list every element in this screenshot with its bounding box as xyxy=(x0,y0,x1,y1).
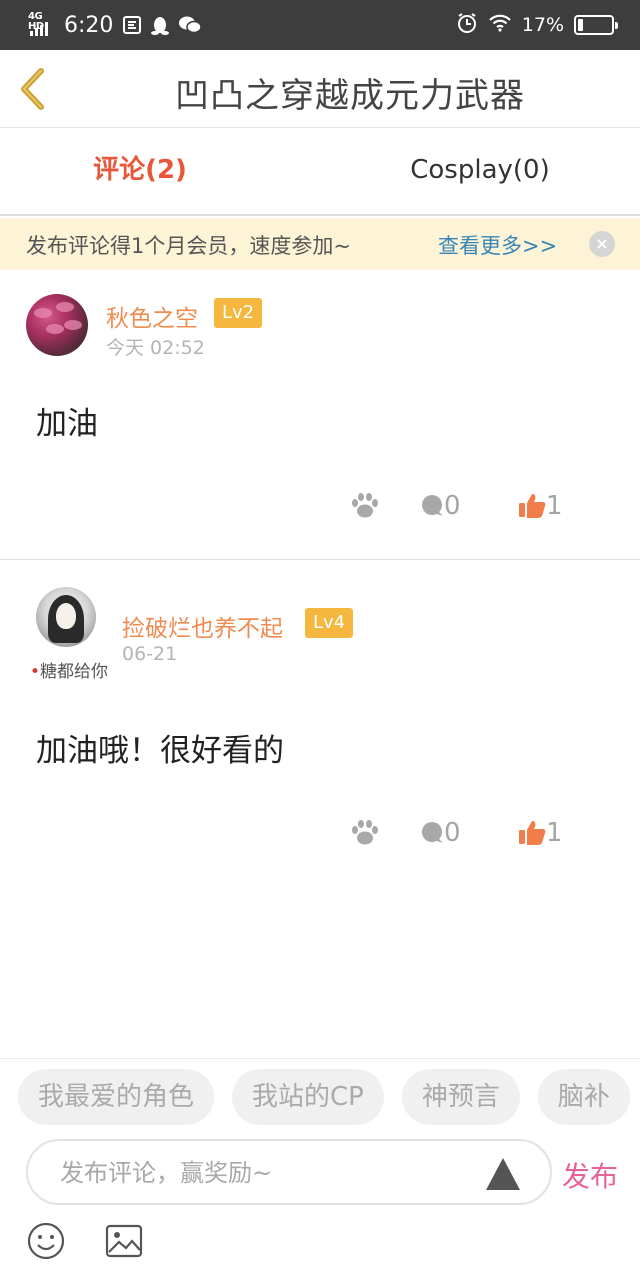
tab-cosplay[interactable]: Cosplay(0) xyxy=(320,128,640,214)
level-badge: Lv2 xyxy=(214,298,263,328)
quick-tag-chip[interactable]: 神预言 xyxy=(401,1069,520,1125)
tab-comments-label: 评论(2) xyxy=(93,155,187,185)
wifi-icon xyxy=(488,13,512,37)
alarm-icon xyxy=(456,12,478,38)
reply-button[interactable]: 0 xyxy=(420,813,461,853)
comment-composer: 我最爱的角色 我站的CP 神预言 脑补 发布 xyxy=(0,1058,640,1278)
like-button[interactable]: 1 xyxy=(518,486,563,526)
paw-icon xyxy=(352,493,378,518)
image-button[interactable] xyxy=(104,1223,144,1263)
comment-text: 加油哦！很好看的 xyxy=(36,733,284,769)
avatar[interactable] xyxy=(26,294,88,356)
close-banner-button[interactable]: × xyxy=(589,231,615,257)
battery-fill xyxy=(578,19,583,31)
quick-tag-list: 我最爱的角色 我站的CP 神预言 脑补 xyxy=(18,1069,630,1125)
promo-message: 发布评论得1个月会员，速度参加~ xyxy=(26,234,351,258)
like-count: 1 xyxy=(546,818,563,848)
status-time: 6:20 xyxy=(64,12,114,38)
image-icon xyxy=(105,1224,143,1258)
status-right: 17% xyxy=(456,8,618,42)
status-bar: 4G HD 6:20 17% xyxy=(0,0,640,50)
tab-comments[interactable]: 评论(2) xyxy=(0,128,320,214)
publish-button[interactable]: 发布 xyxy=(562,1155,618,1195)
level-badge: Lv4 xyxy=(305,608,354,638)
comment-bubble-icon xyxy=(422,822,443,843)
comment-bubble-icon xyxy=(422,495,443,516)
reply-count: 0 xyxy=(444,491,461,521)
tab-cosplay-label: Cosplay(0) xyxy=(410,155,550,185)
comment-time: 今天 02:52 xyxy=(106,337,205,359)
emoji-button[interactable] xyxy=(26,1221,66,1265)
comment-username[interactable]: 秋色之空 xyxy=(106,299,198,333)
comment-actions: 0 1 xyxy=(0,486,640,526)
comment-time: 06-21 xyxy=(122,643,178,665)
avatar[interactable] xyxy=(36,587,96,647)
scan-notification-icon xyxy=(123,16,142,34)
like-count: 1 xyxy=(546,491,563,521)
like-button[interactable]: 1 xyxy=(518,813,563,853)
view-more-link[interactable]: 查看更多>> xyxy=(438,230,557,260)
top-bar: 凹凸之穿越成元力武器 xyxy=(0,50,640,128)
promo-banner: 发布评论得1个月会员，速度参加~ 查看更多>> × xyxy=(0,218,640,270)
thumbs-up-icon xyxy=(519,494,546,518)
quick-tag-chip[interactable]: 我站的CP xyxy=(232,1069,384,1125)
expand-triangle-icon[interactable] xyxy=(484,1156,522,1192)
comment-input[interactable] xyxy=(60,1151,470,1195)
emoji-icon xyxy=(27,1222,65,1260)
comment-input-box xyxy=(26,1139,552,1205)
reply-button[interactable]: 0 xyxy=(420,486,461,526)
page-title: 凹凸之穿越成元力武器 xyxy=(175,76,525,116)
comment-username[interactable]: 捡破烂也养不起 xyxy=(122,609,283,643)
quick-tag-chip[interactable]: 脑补 xyxy=(537,1069,630,1125)
paw-icon xyxy=(352,820,378,845)
avatar-tag-text: 糖都给你 xyxy=(40,662,109,682)
qq-notification-icon xyxy=(151,16,170,35)
screen: 4G HD 6:20 17% 凹凸之穿越成元力武器 评论(2) Cosplay(… xyxy=(0,0,640,1278)
battery-icon xyxy=(574,15,618,35)
paw-button[interactable] xyxy=(350,813,380,853)
back-button[interactable] xyxy=(14,66,54,112)
comment-text: 加油 xyxy=(36,406,98,442)
comment-item: •糖都给你 捡破烂也养不起 Lv4 06-21 加油哦！很好看的 0 1 xyxy=(0,561,640,891)
chevron-left-icon xyxy=(21,68,44,110)
comment-item: 秋色之空 Lv2 今天 02:52 加油 0 1 xyxy=(0,270,640,560)
battery-percent: 17% xyxy=(521,14,564,36)
paw-button[interactable] xyxy=(350,486,380,526)
thumbs-up-icon xyxy=(519,821,546,845)
reply-count: 0 xyxy=(444,818,461,848)
signal-icon: 4G HD xyxy=(28,10,58,40)
avatar-tag: •糖都给你 xyxy=(30,662,109,682)
close-icon: × xyxy=(595,234,609,253)
comment-actions: 0 1 xyxy=(0,813,640,853)
wechat-notification-icon xyxy=(179,16,203,34)
status-left: 4G HD 6:20 xyxy=(28,8,203,42)
quick-tag-chip[interactable]: 我最爱的角色 xyxy=(18,1069,215,1125)
tab-bar: 评论(2) Cosplay(0) xyxy=(0,128,640,216)
composer-tools xyxy=(26,1221,144,1265)
